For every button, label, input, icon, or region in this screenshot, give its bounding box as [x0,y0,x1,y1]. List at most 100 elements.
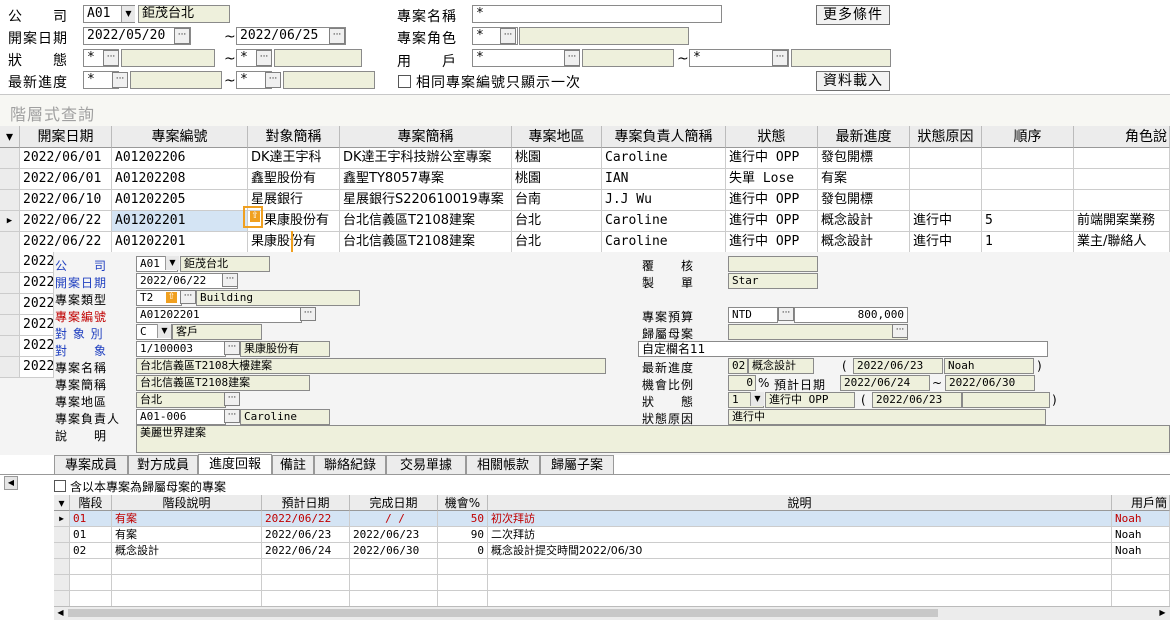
subgrid-cell[interactable] [438,559,488,575]
scroll-right-icon[interactable]: ▶ [1157,608,1168,618]
detail-latest-code[interactable]: 02 [728,358,748,374]
col-header[interactable]: 角色說 [1074,126,1170,148]
subgrid-cell[interactable] [1112,591,1170,607]
row-indicator[interactable]: ▶ [0,211,20,232]
grid-cell[interactable] [1074,148,1170,169]
row-indicator[interactable] [0,294,20,315]
grid-cell[interactable]: A01202201 [112,232,248,253]
subgrid-row-indicator[interactable]: ▶ [54,511,70,527]
tab-3[interactable]: 備註 [272,455,314,474]
subgrid-row-indicator[interactable] [54,527,70,543]
subgrid-cell[interactable] [1112,575,1170,591]
detail-parent[interactable] [728,324,908,340]
subgrid-cell[interactable]: 01 [70,527,112,543]
grid-cell[interactable]: IAN [602,169,726,190]
grid-cell[interactable]: 概念設計 [818,232,910,253]
grid-cell[interactable]: 5 [982,211,1074,232]
subgrid-col-header[interactable]: 階段說明 [112,495,262,511]
subgrid-cell[interactable]: 二次拜訪 [488,527,1112,543]
row-indicator[interactable] [0,357,20,378]
detail-budget-currency[interactable]: NTD [728,307,778,323]
grid-cell[interactable]: 進行中 OPP [726,148,818,169]
detail-short[interactable]: 台北信義區T2108建案 [136,375,310,391]
grid-cell[interactable] [982,169,1074,190]
subgrid-cell[interactable]: 50 [438,511,488,527]
subgrid-cell[interactable] [488,591,1112,607]
grid-cell[interactable]: 2022 [20,315,54,336]
grid-cell[interactable]: 桃園 [512,148,602,169]
grid-cell[interactable]: 星展銀行S220610019專案 [340,190,512,211]
subgrid-cell[interactable] [350,559,438,575]
grid-cell[interactable]: Caroline [602,148,726,169]
grid-cell[interactable]: 2022 [20,336,54,357]
detail-est-from[interactable]: 2022/06/24 [840,375,930,391]
subgrid-cell[interactable]: 2022/06/30 [350,543,438,559]
grid-cell[interactable]: 發包開標 [818,190,910,211]
grid-cell[interactable] [910,190,982,211]
detail-no[interactable]: A01202201 [136,307,302,323]
chevron-down-icon[interactable]: ▼ [165,256,179,270]
subgrid-cell[interactable]: 2022/06/22 [262,511,350,527]
grid-cell[interactable]: J.J Wu [602,190,726,211]
grid-cell[interactable]: 台北信義區T2108建案 [340,211,512,232]
same-no-checkbox[interactable] [398,75,411,88]
subgrid-col-header[interactable]: 完成日期 [350,495,438,511]
grid-cell[interactable]: 進行中 OPP [726,232,818,253]
grid-cell[interactable]: 2022/06/10 [20,190,112,211]
tab-6[interactable]: 相關帳款 [466,455,540,474]
subgrid-col-header[interactable]: 預計日期 [262,495,350,511]
grid-cell[interactable]: Caroline [602,232,726,253]
detail-budget-button[interactable]: ··· [778,307,794,321]
grid-cell[interactable]: 2022/06/22 [20,232,112,253]
subgrid-cell[interactable] [262,575,350,591]
detail-area-button[interactable]: ··· [224,392,240,406]
subgrid-cell[interactable]: 2022/06/23 [262,527,350,543]
subgrid-cell[interactable] [488,559,1112,575]
status-from-button[interactable]: ··· [103,50,119,66]
subgrid-cell[interactable] [438,575,488,591]
subgrid-row-indicator[interactable] [54,591,70,607]
user-to-button[interactable]: ··· [772,50,788,66]
subgrid-cell[interactable]: 初次拜訪 [488,511,1112,527]
grid-cell[interactable]: 進行中 [910,211,982,232]
subgrid-cell[interactable] [70,575,112,591]
grid-cell[interactable]: 概念設計 [818,211,910,232]
subgrid-col-header[interactable]: 用戶簡 [1112,495,1170,511]
project-role-button[interactable]: ··· [500,28,516,44]
col-header[interactable]: 順序 [982,126,1074,148]
row-indicator[interactable] [0,232,20,253]
col-header[interactable]: 專案負責人簡稱 [602,126,726,148]
subgrid-cell[interactable]: Noah [1112,527,1170,543]
horizontal-scrollbar[interactable]: ◀ ▶ [54,606,1170,620]
tab-2[interactable]: 進度回報 [198,454,272,475]
col-header[interactable]: 專案地區 [512,126,602,148]
warning-icon[interactable]: ⇧ [250,211,260,222]
tab-4[interactable]: 聯絡紀錄 [314,455,386,474]
subgrid-cell[interactable] [262,591,350,607]
subgrid-cell[interactable]: 有案 [112,527,262,543]
row-indicator[interactable] [0,190,20,211]
col-header[interactable]: 專案編號 [112,126,248,148]
subgrid-cell[interactable] [112,559,262,575]
subgrid-cell[interactable] [350,591,438,607]
subgrid-cell[interactable] [70,591,112,607]
grid-cell[interactable] [910,148,982,169]
grid-cell[interactable]: 2022/06/22 [20,211,112,232]
grid-cell[interactable]: 發包開標 [818,148,910,169]
grid-cell[interactable]: DK達王宇科技辦公室專案 [340,148,512,169]
grid-cell[interactable] [1074,190,1170,211]
subgrid-row-indicator[interactable] [54,575,70,591]
progress-to-button[interactable]: ··· [265,72,281,88]
more-conditions-button[interactable]: 更多條件 [816,5,890,25]
subgrid-cell[interactable]: Noah [1112,511,1170,527]
col-header[interactable]: 對象簡稱 [248,126,340,148]
grid-cell[interactable]: 2022 [20,273,54,294]
col-header[interactable]: 狀態 [726,126,818,148]
subgrid-cell[interactable] [112,591,262,607]
scrollbar-thumb[interactable] [68,609,938,617]
grid-cell[interactable]: 台南 [512,190,602,211]
grid-cell[interactable] [982,190,1074,211]
subgrid-cell[interactable]: 2022/06/23 [350,527,438,543]
chevron-down-icon[interactable]: ▼ [750,392,764,406]
detail-budget[interactable]: 800,000 [794,307,908,323]
